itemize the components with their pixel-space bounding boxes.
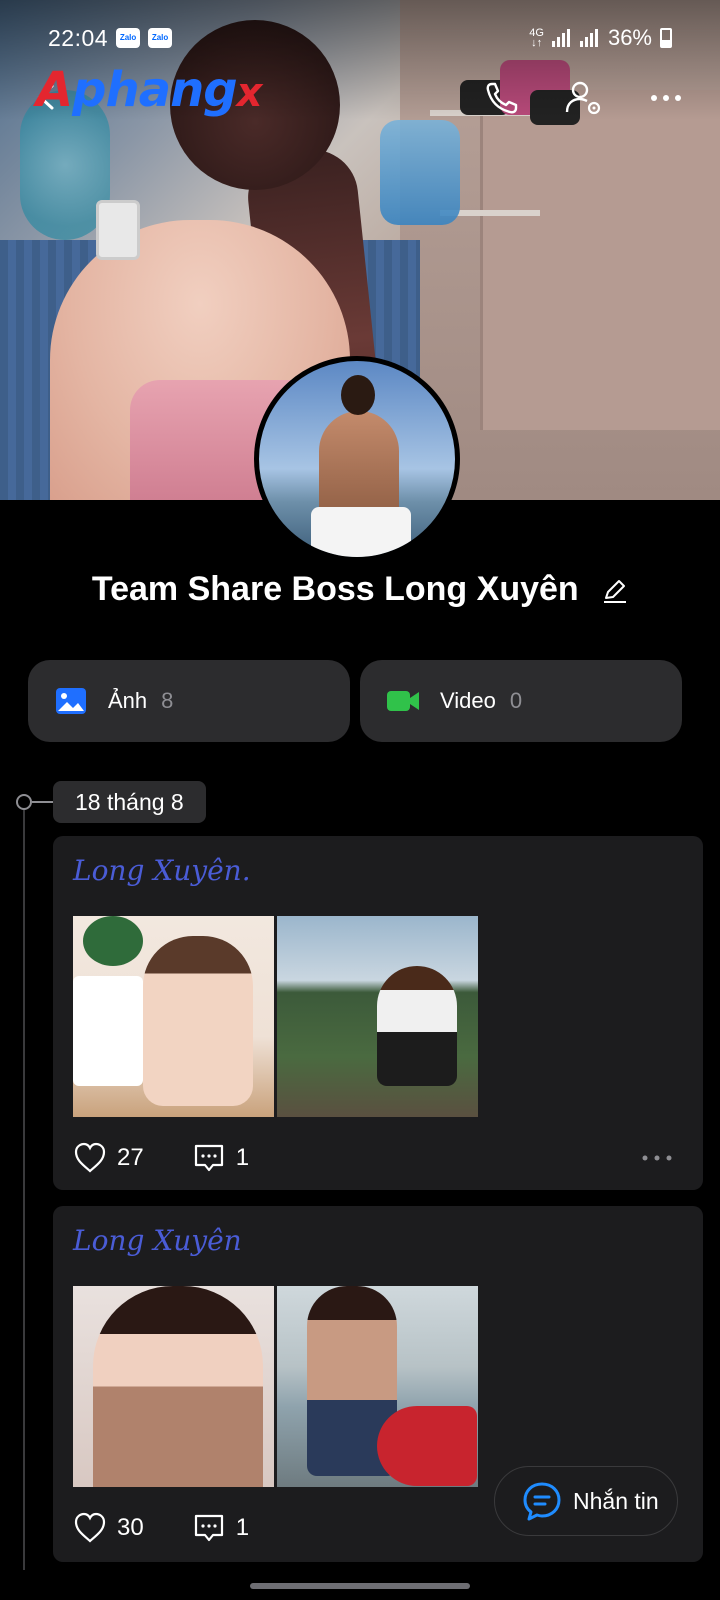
photo-person — [93, 1286, 263, 1487]
like-button[interactable]: 30 — [73, 1512, 144, 1544]
post-photo[interactable] — [277, 916, 478, 1117]
comment-button[interactable]: 1 — [192, 1512, 249, 1544]
watermark-logo: Aphangx — [36, 62, 262, 118]
user-settings-icon[interactable] — [564, 78, 604, 118]
like-button[interactable]: 27 — [73, 1142, 144, 1174]
photo-motorbike — [377, 1406, 477, 1486]
post-actions: 27 1 — [73, 1142, 683, 1174]
cover-water-bottle — [380, 120, 460, 225]
date-chip: 18 tháng 8 — [53, 781, 206, 823]
videos-label: Video — [440, 688, 496, 713]
phone-icon[interactable] — [482, 78, 522, 118]
signal-icon — [551, 29, 572, 47]
timeline-dot — [16, 794, 32, 810]
message-label: Nhắn tin — [573, 1487, 659, 1514]
videos-count: 0 — [509, 688, 523, 713]
post-caption: Long Xuyên. — [73, 854, 251, 887]
cover-phone — [96, 200, 140, 260]
post-photos — [73, 916, 478, 1117]
more-horizontal-icon[interactable] — [646, 78, 686, 118]
comment-count: 1 — [235, 1144, 250, 1171]
battery-percent: 36% — [607, 25, 652, 50]
message-button[interactable]: Nhắn tin — [494, 1466, 678, 1536]
profile-name-row: Team Share Boss Long Xuyên — [0, 570, 720, 609]
heart-icon — [74, 1142, 106, 1173]
photo-person — [143, 936, 253, 1106]
videos-button[interactable]: Video 0 — [360, 660, 682, 742]
photo-icon — [56, 688, 86, 714]
home-indicator[interactable] — [250, 1583, 470, 1589]
battery-icon — [660, 28, 672, 48]
photo-person — [377, 966, 457, 1086]
photos-label: Ảnh — [108, 688, 148, 713]
timeline-connector — [32, 801, 54, 803]
timeline-line — [23, 800, 25, 1570]
post-photo[interactable] — [277, 1286, 478, 1487]
avatar-head — [341, 375, 375, 415]
network-type: 4G ↓↑ — [529, 27, 544, 49]
cover-wardrobe — [480, 90, 720, 430]
top-toolbar: Aphangx — [0, 62, 720, 130]
status-time: 22:04 — [48, 24, 109, 51]
signal-icon — [579, 29, 600, 47]
zalo-notification-icon: Zalo — [116, 28, 141, 48]
avatar-shorts — [311, 507, 411, 557]
photo-chair — [73, 976, 143, 1086]
post-photos — [73, 1286, 478, 1487]
photos-button[interactable]: Ảnh 8 — [28, 660, 350, 742]
photos-count: 8 — [161, 688, 174, 713]
like-count: 30 — [117, 1514, 144, 1541]
post-caption: Long Xuyên — [73, 1224, 242, 1257]
edit-pencil-icon[interactable] — [602, 578, 628, 604]
post-photo[interactable] — [73, 1286, 274, 1487]
comment-button[interactable]: 1 — [192, 1142, 249, 1174]
photo-plant — [83, 916, 143, 966]
comment-icon — [194, 1144, 223, 1172]
status-right: 4G ↓↑ 36% — [529, 25, 672, 51]
video-camera-icon — [387, 691, 419, 711]
heart-icon — [74, 1512, 106, 1543]
profile-avatar[interactable] — [254, 356, 460, 562]
profile-name: Team Share Boss Long Xuyên — [91, 570, 579, 608]
comment-icon — [194, 1514, 223, 1542]
post-photo[interactable] — [73, 916, 274, 1117]
comment-count: 1 — [235, 1514, 250, 1541]
zalo-notification-icon: Zalo — [148, 28, 173, 48]
chat-bubble-icon — [523, 1482, 561, 1521]
timeline-post[interactable]: Long Xuyên. 27 1 — [53, 836, 703, 1190]
like-count: 27 — [117, 1144, 144, 1171]
more-horizontal-icon[interactable] — [641, 1154, 673, 1162]
